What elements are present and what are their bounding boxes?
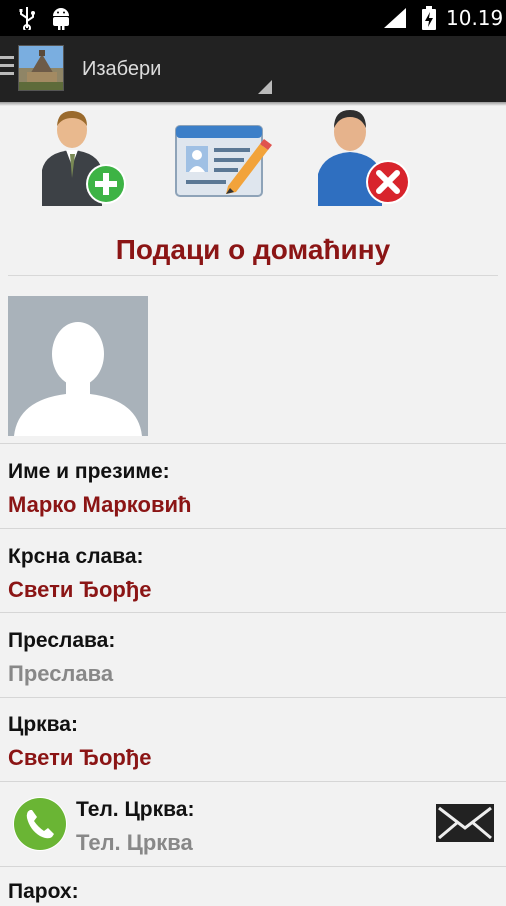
battery-charging-icon: [422, 6, 436, 30]
phone-call-button[interactable]: [12, 796, 68, 852]
add-user-icon[interactable]: [38, 108, 128, 208]
usb-icon: [19, 7, 35, 30]
delete-user-icon[interactable]: [316, 108, 412, 208]
signal-icon: [384, 8, 406, 28]
status-bar: 10.19: [0, 0, 506, 36]
action-bar-shadow: [0, 102, 506, 106]
selector-label[interactable]: Изабери: [82, 56, 161, 82]
clock: 10.19: [446, 6, 504, 30]
slava-label: Крсна слава:: [8, 545, 144, 568]
row-divider: [0, 781, 506, 782]
church-label: Црква:: [8, 713, 78, 736]
row-divider: [0, 528, 506, 529]
name-label: Име и презиме:: [8, 460, 170, 483]
row-divider: [0, 697, 506, 698]
edit-card-icon[interactable]: [172, 120, 272, 204]
android-icon: [53, 8, 69, 30]
row-divider: [0, 443, 506, 444]
avatar[interactable]: [8, 296, 148, 436]
church-value: Свети Ђорђе: [8, 745, 152, 770]
app-logo[interactable]: [18, 45, 64, 91]
church-phone-label: Тел. Црква:: [76, 798, 195, 821]
slava-value: Свети Ђорђе: [8, 577, 152, 602]
row-divider: [0, 612, 506, 613]
action-bar: Изабери: [0, 36, 506, 102]
church-phone-value: Тел. Црква: [76, 830, 193, 855]
email-button[interactable]: [436, 804, 494, 842]
paroh-label: Парох:: [8, 880, 79, 903]
row-divider: [0, 866, 506, 867]
page-title: Подаци о домаћину: [115, 234, 391, 265]
preslava-label: Преслава:: [8, 629, 116, 652]
title-divider: [8, 275, 498, 276]
preslava-value: Преслава: [8, 661, 114, 686]
name-value: Марко Марковић: [8, 492, 192, 517]
person-silhouette-icon: [8, 296, 148, 436]
menu-icon[interactable]: [0, 56, 14, 82]
dropdown-arrow-icon[interactable]: [258, 80, 272, 94]
